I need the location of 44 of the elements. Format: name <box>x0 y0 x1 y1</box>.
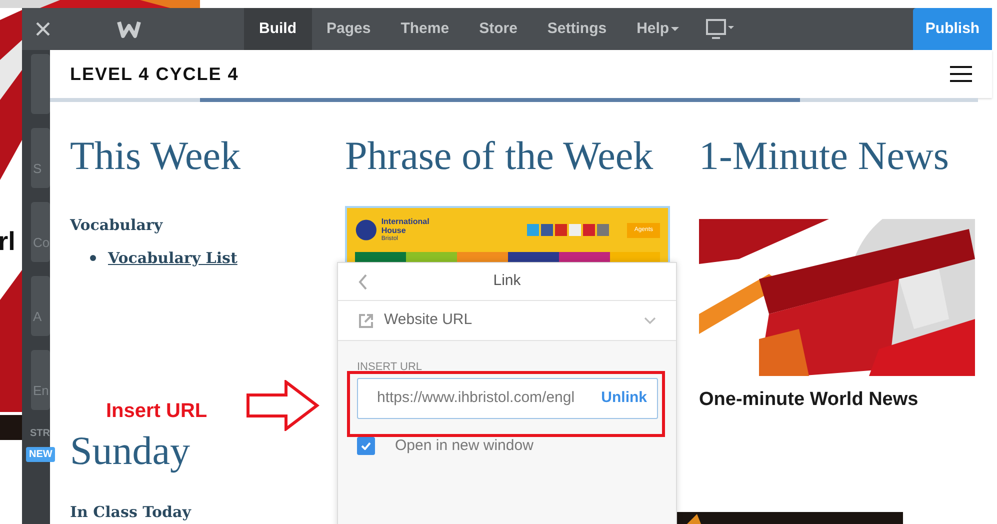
back-icon[interactable] <box>358 274 368 290</box>
section-heading: This Week <box>70 132 242 180</box>
checkbox-label: Open in new window <box>395 436 534 456</box>
check-icon <box>361 442 371 450</box>
nav-tab[interactable]: Store <box>464 8 532 50</box>
social-icon[interactable] <box>527 224 540 236</box>
section-label: STR <box>30 427 50 441</box>
section-heading: Sunday <box>70 427 191 475</box>
nav-tab[interactable]: Help <box>622 8 694 50</box>
nav-tab[interactable]: Theme <box>386 8 464 50</box>
close-icon <box>36 22 50 36</box>
link-type-dropdown[interactable]: Website URL <box>338 301 676 341</box>
logo-icon <box>116 19 142 39</box>
field-label: INSERT URL <box>357 361 424 373</box>
annotation-text: Insert URL <box>106 399 208 424</box>
bullet-icon <box>90 254 96 261</box>
checkbox[interactable] <box>357 437 375 456</box>
new-badge: NEW <box>26 447 56 462</box>
nav-tab[interactable]: Pages <box>312 8 386 50</box>
subheading: In Class Today <box>70 502 192 523</box>
logo-icon <box>355 217 378 243</box>
subheading: Vocabulary <box>70 215 164 236</box>
panel-title: Link <box>493 271 522 292</box>
external-link-icon <box>358 312 374 328</box>
social-icon[interactable] <box>541 224 554 236</box>
social-icon[interactable] <box>583 224 596 236</box>
section-heading: 1-Minute News <box>699 132 950 180</box>
social-icon[interactable] <box>555 224 568 236</box>
menu-icon[interactable] <box>950 65 972 83</box>
nav-tab[interactable]: Build <box>244 8 312 50</box>
arrow-icon <box>246 380 320 431</box>
site-title: LEVEL 4 CYCLE 4 <box>70 62 239 86</box>
unlink-button[interactable]: Unlink <box>601 387 647 410</box>
section-heading: Phrase of the Week <box>345 132 654 180</box>
brand-name: International House <box>381 216 430 234</box>
url-field[interactable]: https://www.ihbristol.com/engl Unlink <box>357 378 658 419</box>
video-caption: One-minute World News <box>699 388 920 412</box>
vocabulary-link[interactable]: Vocabulary List <box>108 246 238 269</box>
background-text: rl <box>0 225 16 258</box>
publish-button[interactable]: Publish <box>913 8 992 50</box>
social-icon[interactable] <box>597 224 610 236</box>
nav-tab[interactable]: Settings <box>532 8 622 50</box>
chevron-down-icon <box>644 316 656 324</box>
monitor-icon <box>706 19 736 39</box>
